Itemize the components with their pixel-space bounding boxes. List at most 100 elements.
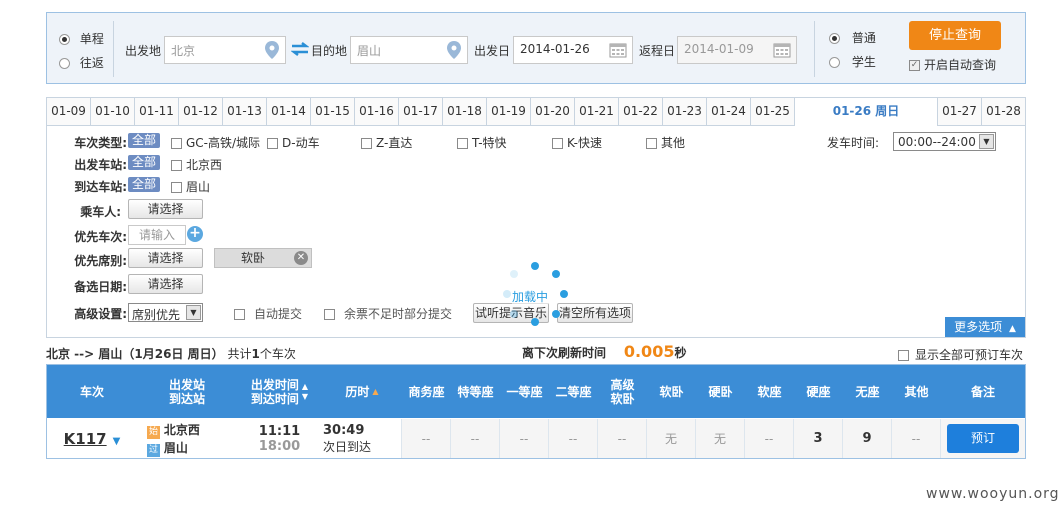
arrive-time: 18:00 <box>258 438 301 454</box>
close-icon[interactable]: ✕ <box>294 251 308 265</box>
tab-date[interactable]: 01-28 <box>982 98 1025 125</box>
more-options-label: 更多选项 <box>954 320 1003 334</box>
priority-train-input[interactable]: 请输入 <box>128 225 186 245</box>
to-station-all[interactable]: 全部 <box>128 177 161 192</box>
trip-roundtrip-radio[interactable]: 往返 <box>59 54 104 71</box>
watermark-text: www.wooyun.org <box>926 486 1060 502</box>
advanced-select[interactable]: 席别优先 ▼ <box>128 303 203 322</box>
depart-time-select[interactable]: 00:00--24:00 ▼ <box>893 132 996 151</box>
tab-date[interactable]: 01-16 <box>355 98 399 125</box>
from-input[interactable]: 北京 <box>164 36 286 64</box>
train-type-option[interactable]: Z-直达 <box>361 134 412 151</box>
more-options-button[interactable]: 更多选项 ▲ <box>945 317 1025 337</box>
tab-date[interactable]: 01-14 <box>267 98 311 125</box>
header-train[interactable]: 车次 <box>47 365 137 418</box>
radio-icon <box>829 57 840 68</box>
header-seat: 二等座 <box>555 384 592 399</box>
tab-date[interactable]: 01-23 <box>663 98 707 125</box>
train-number-link[interactable]: K117 <box>64 430 107 448</box>
trip-oneway-label: 单程 <box>79 32 104 46</box>
table-header: 车次 出发站 到达站 出发时间 到达时间 ▲ ▼ 历时 ▲ 商务座 特等座 一等座 二… <box>47 365 1025 418</box>
location-pin-icon <box>265 41 279 59</box>
tab-date[interactable]: 01-17 <box>399 98 443 125</box>
tab-date[interactable]: 01-25 <box>751 98 795 125</box>
tab-date[interactable]: 01-11 <box>135 98 179 125</box>
header-stations: 出发站 到达站 <box>168 377 205 406</box>
loading-text: 加载中 <box>512 288 549 305</box>
train-type-option[interactable]: T-特快 <box>457 134 507 151</box>
tab-date[interactable]: 01-22 <box>619 98 663 125</box>
header-times[interactable]: 出发时间 到达时间 ▲ ▼ <box>237 365 322 418</box>
passenger-student-radio[interactable]: 学生 <box>829 53 876 70</box>
from-station-all[interactable]: 全部 <box>128 155 161 170</box>
seat-cell: -- <box>500 419 549 458</box>
tab-date[interactable]: 01-10 <box>91 98 135 125</box>
auto-query-checkbox[interactable]: ✓ 开启自动查询 <box>909 56 996 73</box>
calendar-icon <box>773 43 791 58</box>
header-seat: 硬卧 <box>708 384 733 399</box>
stop-query-button[interactable]: 停止查询 <box>909 21 1001 50</box>
priority-seat-select-button[interactable]: 请选择 <box>128 248 203 268</box>
tab-date-selected[interactable]: 01-26 周日 <box>795 98 938 127</box>
return-date-input[interactable]: 2014-01-09 <box>677 36 797 64</box>
advanced-value: 席别优先 <box>132 308 181 322</box>
train-count: 1 <box>251 347 260 361</box>
passenger-normal-label: 普通 <box>851 31 876 45</box>
auto-submit-checkbox[interactable]: 自动提交 <box>234 305 302 322</box>
priority-seat-label: 优先席别: <box>74 254 127 268</box>
show-all-checkbox[interactable]: 显示全部可预订车次 <box>898 346 1023 363</box>
spinner-dot <box>552 310 560 318</box>
results-table: 车次 出发站 到达站 出发时间 到达时间 ▲ ▼ 历时 ▲ 商务座 特等座 一等座 二… <box>46 364 1026 459</box>
train-type-all[interactable]: 全部 <box>128 133 161 148</box>
refresh-value: 0.005 <box>623 342 675 361</box>
train-type-option[interactable]: D-动车 <box>267 134 320 151</box>
checkbox-checked-icon: ✓ <box>909 60 920 71</box>
sort-icon: ▲ ▼ <box>301 381 309 401</box>
seat-cell: -- <box>451 419 500 458</box>
swap-icon[interactable] <box>291 42 309 56</box>
from-station-option[interactable]: 北京西 <box>171 156 222 173</box>
tab-date[interactable]: 01-27 <box>938 98 982 125</box>
duration-value: 30:49 <box>323 422 365 438</box>
tab-date[interactable]: 01-15 <box>311 98 355 125</box>
train-type-option[interactable]: GC-高铁/城际 <box>171 134 260 151</box>
spinner-dot <box>510 310 518 318</box>
train-type-option[interactable]: 其他 <box>646 134 685 151</box>
to-input[interactable]: 眉山 <box>350 36 468 64</box>
tab-date[interactable]: 01-20 <box>531 98 575 125</box>
advanced-label: 高级设置: <box>74 307 127 321</box>
auto-query-label: 开启自动查询 <box>924 58 997 72</box>
passenger-normal-radio[interactable]: 普通 <box>829 29 876 46</box>
depart-date-input[interactable]: 2014-01-26 <box>513 36 633 64</box>
seat-cell: 无 <box>696 419 745 458</box>
tab-date[interactable]: 01-19 <box>487 98 531 125</box>
seat-cell-available: 9 <box>843 419 892 458</box>
tab-date[interactable]: 01-21 <box>575 98 619 125</box>
tab-date[interactable]: 01-12 <box>179 98 223 125</box>
tab-date[interactable]: 01-18 <box>443 98 487 125</box>
arrive-note: 次日到达 <box>323 439 372 454</box>
location-pin-icon <box>447 41 461 59</box>
chevron-down-icon[interactable]: ▼ <box>113 436 121 447</box>
trip-oneway-radio[interactable]: 单程 <box>59 30 104 47</box>
depart-date-value: 2014-01-26 <box>520 42 590 56</box>
spinner-dot <box>531 318 539 326</box>
backup-date-select-button[interactable]: 请选择 <box>128 274 203 294</box>
passenger-label: 乘车人: <box>80 205 121 219</box>
return-label: 返程日 <box>639 44 676 58</box>
header-seat: 高级 软卧 <box>610 377 635 406</box>
book-button[interactable]: 预订 <box>947 424 1019 453</box>
from-station-label: 出发车站: <box>74 158 127 172</box>
tab-date[interactable]: 01-24 <box>707 98 751 125</box>
add-icon[interactable]: + <box>187 226 203 242</box>
partial-submit-checkbox[interactable]: 余票不足时部分提交 <box>324 305 452 322</box>
header-duration[interactable]: 历时 ▲ <box>322 365 402 418</box>
to-station-option[interactable]: 眉山 <box>171 178 210 195</box>
chevron-down-icon: ▼ <box>186 305 201 320</box>
header-seat: 软座 <box>757 384 782 399</box>
train-type-option[interactable]: K-快速 <box>552 134 602 151</box>
seat-cell: -- <box>402 419 451 458</box>
tab-date[interactable]: 01-09 <box>47 98 91 125</box>
passenger-select-button[interactable]: 请选择 <box>128 199 203 219</box>
tab-date[interactable]: 01-13 <box>223 98 267 125</box>
